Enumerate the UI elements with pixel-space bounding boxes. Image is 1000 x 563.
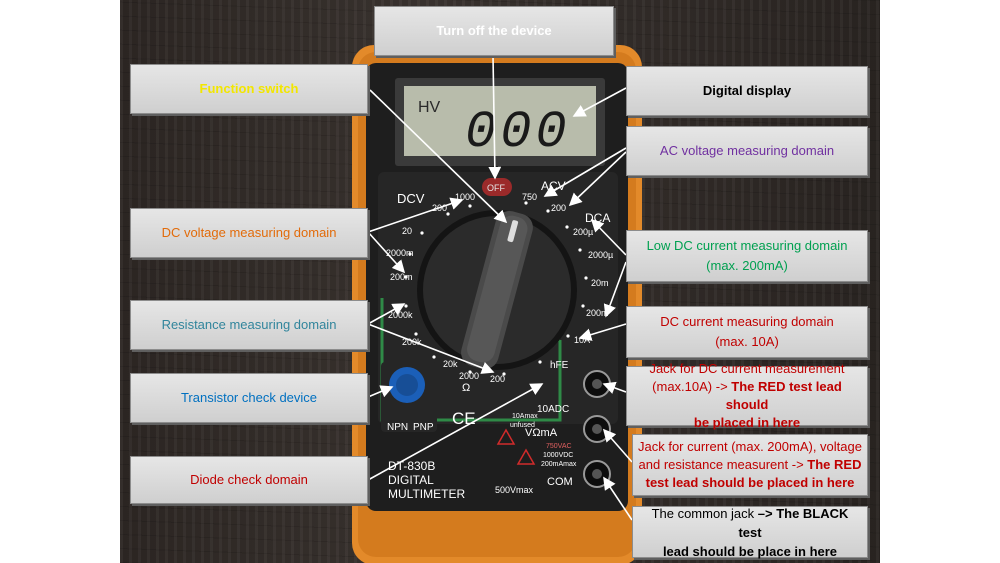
acv-label: ACV	[541, 179, 566, 193]
callout-digital-display: Digital display	[626, 66, 868, 116]
callout-jack-10a-line3: be placed in here	[693, 415, 801, 430]
callout-common-jack-line1: The common jack –> The BLACK test	[639, 504, 861, 542]
v500-label: 500Vmax	[495, 485, 534, 495]
ohm-200: 200	[490, 374, 505, 384]
acv-750: 750	[522, 192, 537, 202]
callout-jack-10a-line1: Jack for DC current measurement	[649, 361, 845, 376]
callout-function-switch: Function switch	[130, 64, 368, 114]
callout-ac-voltage: AC voltage measuring domain	[626, 126, 868, 176]
ohm-20k: 20k	[443, 359, 458, 369]
v1000-label: 1000VDC	[543, 452, 573, 459]
callout-jack-10a-prefix: (max.10A) ->	[652, 379, 732, 394]
jack-vma-label: VΩmA	[525, 427, 558, 439]
ohm-symbol: Ω	[462, 382, 470, 394]
dcv-20: 20	[402, 226, 412, 236]
npn-label: NPN	[387, 422, 408, 433]
callout-resistance: Resistance measuring domain	[130, 300, 368, 350]
dca-200u: 200µ	[573, 227, 593, 237]
callout-digital-display-text: Digital display	[702, 83, 792, 98]
callout-common-jack-prefix: The common jack	[651, 505, 758, 521]
dca-200m: 200m	[586, 308, 609, 318]
jack-com[interactable]	[583, 460, 611, 488]
callout-jack-vma-emphasis: The RED	[807, 457, 862, 472]
digital-label: DIGITAL	[388, 473, 434, 487]
callout-function-switch-text: Function switch	[199, 81, 299, 96]
lcd-digits: 000	[465, 103, 571, 162]
callout-dc-voltage-text: DC voltage measuring domain	[161, 225, 337, 240]
callout-ac-voltage-text: AC voltage measuring domain	[659, 143, 835, 158]
pnp-label: PNP	[413, 422, 434, 433]
callout-jack-vma-line2: and resistance measurent -> The RED	[639, 456, 862, 474]
callout-transistor: Transistor check device	[130, 373, 368, 423]
dcv-200: 200	[432, 203, 447, 213]
callout-jack-vma-prefix: and resistance measurent ->	[638, 457, 808, 472]
dca-10a: 10A	[574, 335, 590, 345]
callout-transistor-text: Transistor check device	[180, 390, 318, 405]
dcv-1000: 1000	[455, 192, 475, 202]
callout-low-dc-current-line2: (max. 200mA)	[706, 258, 788, 273]
callout-diode-text: Diode check domain	[190, 472, 308, 487]
callout-jack-vma-line3: test lead should be placed in here	[645, 475, 855, 490]
com-label: COM	[547, 476, 573, 488]
callout-low-dc-current-line1: Low DC current measuring domain	[646, 238, 848, 253]
jack-10amax-label: 10Amax	[512, 413, 538, 420]
jack-vma[interactable]	[583, 415, 611, 443]
callout-diode: Diode check domain	[130, 456, 368, 504]
callout-dc-voltage: DC voltage measuring domain	[130, 208, 368, 258]
v750-label: 750VAC	[546, 443, 572, 450]
callout-jack-10a-line2: (max.10A) -> The RED test lead should	[633, 378, 861, 414]
ohm-200k: 200k	[402, 337, 422, 347]
callout-dc-current-line2: (max. 10A)	[715, 334, 779, 349]
model-label: DT-830B	[388, 459, 435, 473]
hfe-label: hFE	[550, 360, 569, 371]
callout-common-jack: The common jack –> The BLACK test lead s…	[632, 504, 868, 559]
callout-turn-off: Turn off the device	[374, 6, 614, 56]
dcv-200m: 200m	[390, 272, 413, 282]
ma200-label: 200mAmax	[541, 461, 577, 468]
callout-common-jack-line2: lead should be place in here	[662, 543, 838, 559]
dca-2000u: 2000µ	[588, 250, 613, 260]
multimeter-label: MULTIMETER	[388, 487, 465, 501]
callout-dc-current-line1: DC current measuring domain	[660, 314, 834, 329]
lcd-hv: HV	[418, 99, 441, 116]
jack-10adc-label: 10ADC	[537, 404, 569, 415]
callout-jack-vma: Jack for current (max. 200mA), voltage a…	[632, 434, 868, 496]
off-label: OFF	[487, 183, 505, 193]
dcv-label: DCV	[397, 191, 425, 206]
jack-10a[interactable]	[583, 370, 611, 398]
callout-low-dc-current: Low DC current measuring domain (max. 20…	[626, 230, 868, 282]
callout-jack-10a-emphasis: The RED test lead should	[725, 379, 842, 412]
acv-200: 200	[551, 203, 566, 213]
dca-label: DCA	[585, 211, 610, 225]
dca-20m: 20m	[591, 278, 609, 288]
ohm-2000k: 2000k	[388, 310, 413, 320]
callout-jack-vma-line1: Jack for current (max. 200mA), voltage	[638, 439, 862, 454]
callout-resistance-text: Resistance measuring domain	[161, 317, 337, 332]
callout-turn-off-text: Turn off the device	[436, 23, 552, 38]
callout-dc-current: DC current measuring domain (max. 10A)	[626, 306, 868, 358]
ce-mark: CE	[452, 409, 476, 428]
callout-jack-10a: Jack for DC current measurement (max.10A…	[626, 361, 868, 430]
